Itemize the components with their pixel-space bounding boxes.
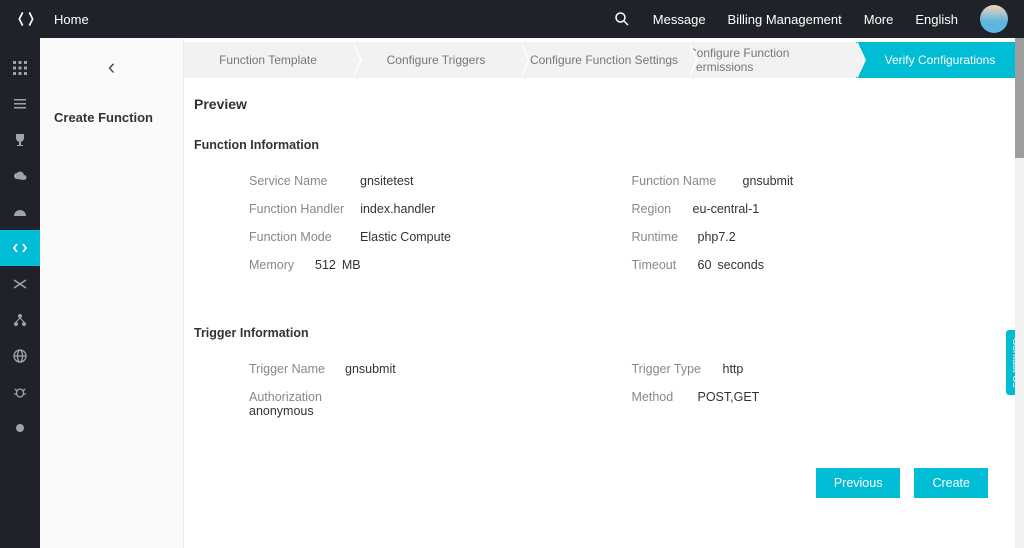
- top-bar: Home Message Billing Management More Eng…: [0, 0, 1024, 38]
- value-memory: 512: [315, 258, 336, 272]
- unit-timeout: seconds: [717, 258, 764, 272]
- label-trigger-name: Trigger Name: [249, 362, 329, 376]
- step-template[interactable]: Function Template: [184, 42, 352, 78]
- previous-button[interactable]: Previous: [816, 468, 901, 498]
- logo-icon[interactable]: [16, 9, 36, 29]
- sub-panel: ‹ Create Function: [40, 38, 184, 548]
- home-link[interactable]: Home: [54, 12, 89, 27]
- label-memory: Memory: [249, 258, 299, 272]
- label-method: Method: [632, 390, 682, 404]
- sidenav-nodes-icon[interactable]: [0, 302, 40, 338]
- step-verify[interactable]: Verify Configurations: [856, 42, 1024, 78]
- nav-billing[interactable]: Billing Management: [728, 12, 842, 27]
- sidenav-code-icon[interactable]: [0, 230, 40, 266]
- nav-more[interactable]: More: [864, 12, 894, 27]
- sidenav-grid-icon[interactable]: [0, 50, 40, 86]
- unit-memory: MB: [342, 258, 361, 272]
- sidenav-gauge-icon[interactable]: [0, 194, 40, 230]
- label-timeout: Timeout: [632, 258, 682, 272]
- main-content: Function Template Configure Triggers Con…: [184, 38, 1024, 548]
- sidenav-list-icon[interactable]: [0, 86, 40, 122]
- wizard-steps: Function Template Configure Triggers Con…: [184, 42, 1024, 78]
- sidenav-bug-icon[interactable]: [0, 374, 40, 410]
- sidenav-globe-icon[interactable]: [0, 338, 40, 374]
- function-info-heading: Function Information: [194, 138, 1014, 152]
- step-triggers[interactable]: Configure Triggers: [352, 42, 520, 78]
- sidenav-circle-icon[interactable]: [0, 410, 40, 446]
- sidenav-trophy-icon[interactable]: [0, 122, 40, 158]
- value-authorization: anonymous: [249, 404, 632, 418]
- sidenav-cloud-icon[interactable]: [0, 158, 40, 194]
- value-trigger-name: gnsubmit: [345, 362, 396, 376]
- back-chevron-icon[interactable]: ‹: [108, 54, 115, 80]
- sidenav-shuffle-icon[interactable]: [0, 266, 40, 302]
- nav-message[interactable]: Message: [653, 12, 706, 27]
- value-trigger-type: http: [723, 362, 744, 376]
- value-region: eu-central-1: [693, 202, 760, 216]
- label-function-name: Function Name: [632, 174, 727, 188]
- value-function-name: gnsubmit: [743, 174, 794, 188]
- value-runtime: php7.2: [698, 230, 736, 244]
- avatar[interactable]: [980, 5, 1008, 33]
- value-timeout: 60: [698, 258, 712, 272]
- step-permissions[interactable]: Configure Function Permissions: [688, 42, 856, 78]
- search-icon[interactable]: [613, 10, 631, 28]
- label-authorization: Authorization: [249, 390, 616, 404]
- sub-panel-title: Create Function: [40, 96, 183, 139]
- create-button[interactable]: Create: [914, 468, 988, 498]
- value-mode: Elastic Compute: [360, 230, 451, 244]
- label-trigger-type: Trigger Type: [632, 362, 707, 376]
- value-service-name: gnsitetest: [360, 174, 414, 188]
- value-method: POST,GET: [698, 390, 760, 404]
- scrollbar-thumb[interactable]: [1015, 38, 1024, 158]
- label-runtime: Runtime: [632, 230, 682, 244]
- label-handler: Function Handler: [249, 202, 344, 216]
- label-service-name: Service Name: [249, 174, 344, 188]
- scrollbar-track[interactable]: [1015, 38, 1024, 548]
- value-handler: index.handler: [360, 202, 435, 216]
- side-nav: [0, 38, 40, 548]
- nav-language[interactable]: English: [915, 12, 958, 27]
- label-region: Region: [632, 202, 677, 216]
- trigger-info-heading: Trigger Information: [194, 326, 1014, 340]
- label-mode: Function Mode: [249, 230, 344, 244]
- preview-heading: Preview: [194, 96, 1014, 112]
- step-settings[interactable]: Configure Function Settings: [520, 42, 688, 78]
